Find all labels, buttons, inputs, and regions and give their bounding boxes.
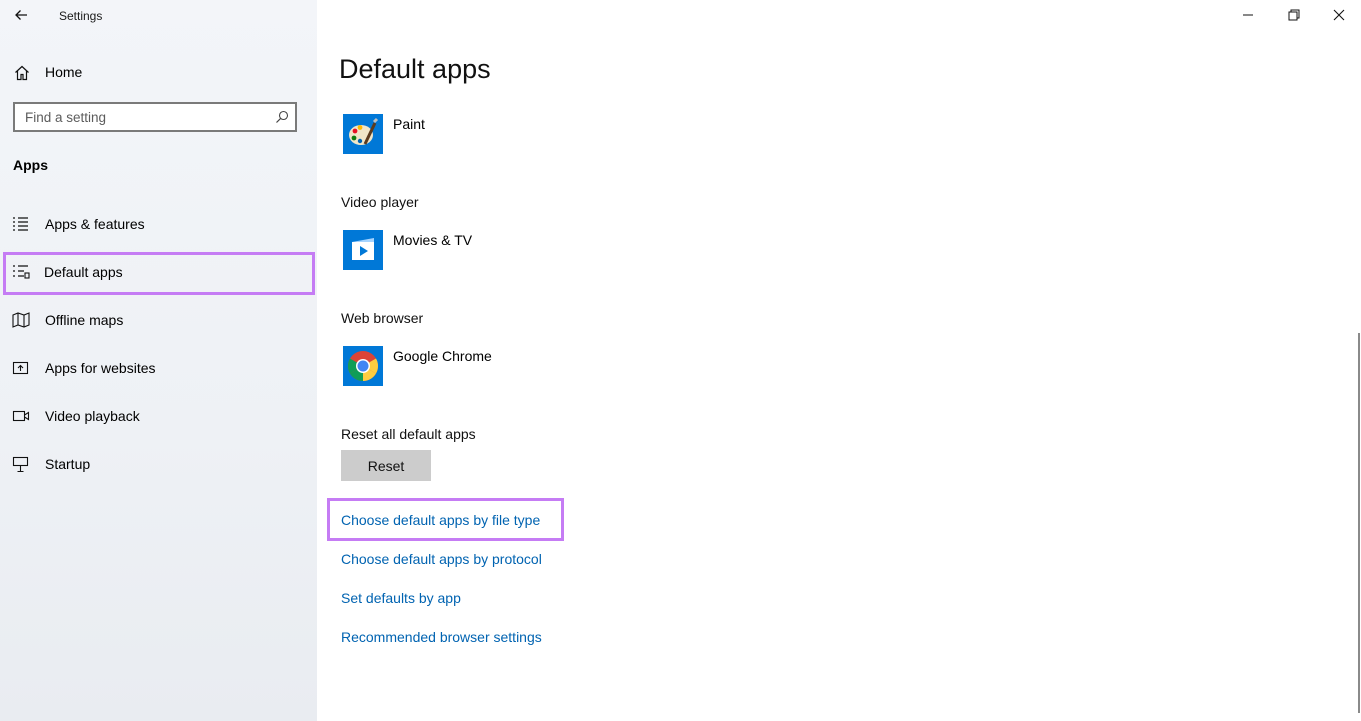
sidebar-item-apps-for-websites[interactable]: Apps for websites	[0, 348, 317, 388]
sidebar-item-home[interactable]: Home	[0, 56, 317, 88]
reset-button[interactable]: Reset	[341, 450, 431, 481]
sidebar-item-label: Startup	[45, 456, 91, 472]
close-button[interactable]	[1316, 0, 1361, 30]
sidebar-item-video-playback[interactable]: Video playback	[0, 396, 317, 436]
video-player-label: Video player	[341, 194, 419, 210]
default-apps-icon	[13, 265, 30, 279]
back-arrow-icon	[15, 10, 27, 20]
open-link-icon	[12, 361, 29, 375]
link-choose-by-file-type[interactable]: Choose default apps by file type	[341, 512, 540, 528]
startup-icon	[12, 456, 29, 472]
home-icon	[15, 65, 29, 81]
section-title: Apps	[13, 157, 48, 173]
title-bar: Settings	[0, 0, 317, 32]
sidebar-item-label: Apps for websites	[45, 360, 156, 376]
sidebar-item-startup[interactable]: Startup	[0, 444, 317, 484]
paint-icon	[343, 114, 383, 154]
search-icon[interactable]	[275, 110, 289, 124]
scrollbar[interactable]	[1358, 333, 1360, 713]
sidebar-item-label: Offline maps	[45, 312, 124, 328]
movies-tv-icon	[343, 230, 383, 270]
apps-features-icon	[13, 217, 28, 231]
home-label: Home	[45, 64, 83, 80]
link-set-defaults-by-app[interactable]: Set defaults by app	[341, 590, 461, 606]
restore-button[interactable]	[1271, 0, 1317, 30]
photo-viewer-app-name: Paint	[393, 116, 425, 132]
app-title: Settings	[59, 9, 103, 23]
sidebar-item-offline-maps[interactable]: Offline maps	[0, 300, 317, 340]
search-box[interactable]	[13, 102, 297, 132]
web-browser-app-name: Google Chrome	[393, 348, 492, 364]
page-title: Default apps	[339, 54, 491, 84]
link-choose-by-protocol[interactable]: Choose default apps by protocol	[341, 551, 542, 567]
minimize-icon	[1243, 14, 1253, 16]
web-browser-app-button[interactable]: Google Chrome	[341, 346, 641, 390]
restore-icon	[1288, 9, 1300, 21]
video-player-app-button[interactable]: Movies & TV	[341, 230, 641, 274]
sidebar-item-default-apps[interactable]: Default apps	[0, 252, 317, 292]
back-button[interactable]	[6, 0, 36, 30]
sidebar-item-apps-features[interactable]: Apps & features	[0, 204, 317, 244]
sidebar-item-label: Video playback	[45, 408, 140, 424]
sidebar-item-label: Default apps	[44, 264, 123, 280]
web-browser-label: Web browser	[341, 310, 424, 326]
chrome-icon	[343, 346, 383, 386]
sidebar: Settings Home Apps Apps & features Defau…	[0, 0, 317, 721]
search-input[interactable]	[15, 104, 275, 130]
map-icon	[12, 312, 30, 328]
video-icon	[12, 410, 30, 422]
photo-viewer-app-button[interactable]: Paint	[341, 114, 641, 158]
close-icon	[1333, 9, 1345, 21]
sidebar-item-label: Apps & features	[45, 216, 145, 232]
link-recommended-browser-settings[interactable]: Recommended browser settings	[341, 629, 542, 645]
reset-label: Reset all default apps	[341, 426, 476, 442]
minimize-button[interactable]	[1225, 0, 1271, 30]
video-player-app-name: Movies & TV	[393, 232, 473, 248]
